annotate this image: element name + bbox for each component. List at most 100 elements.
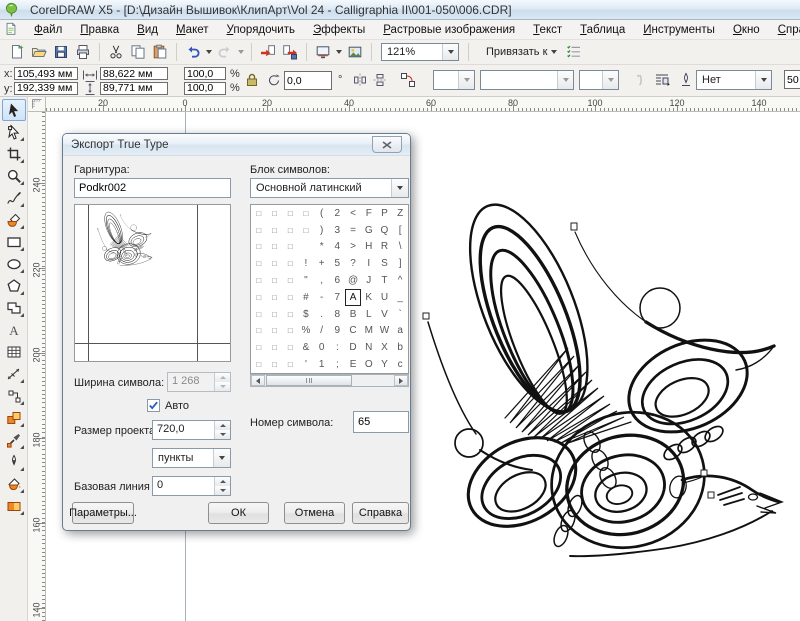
tool-rectangle-icon[interactable]	[2, 231, 26, 253]
char-cell[interactable]: U	[377, 289, 393, 306]
flyout-triangle-icon[interactable]	[20, 313, 24, 317]
tool-smart-fill-icon[interactable]	[2, 209, 26, 231]
tool-blend-icon[interactable]	[2, 407, 26, 429]
close-icon[interactable]	[372, 136, 402, 153]
char-cell[interactable]: 4	[329, 239, 345, 256]
flyout-triangle-icon[interactable]	[20, 137, 24, 141]
zoom-level-combo[interactable]: 121%	[381, 43, 459, 61]
menu-item-file[interactable]: Файл	[25, 21, 71, 39]
char-cell[interactable]: ]	[392, 255, 408, 272]
char-cell[interactable]: Z	[392, 205, 408, 222]
chevron-down-icon[interactable]	[391, 179, 408, 197]
char-cell[interactable]: □	[251, 306, 267, 323]
undo-dropdown-icon[interactable]	[204, 42, 214, 62]
char-cell[interactable]: 7	[329, 289, 345, 306]
mirror-vertical-icon[interactable]	[372, 72, 388, 88]
char-cell[interactable]: □	[282, 239, 298, 256]
y-position-input[interactable]	[14, 82, 78, 95]
flyout-triangle-icon[interactable]	[20, 401, 24, 405]
char-cell[interactable]: C	[345, 323, 361, 340]
tool-connector-icon[interactable]	[2, 385, 26, 407]
tool-zoom-icon[interactable]	[2, 165, 26, 187]
save-icon[interactable]	[51, 42, 71, 62]
char-cell[interactable]: □	[282, 306, 298, 323]
char-cell[interactable]: F	[361, 205, 377, 222]
char-cell[interactable]: E	[345, 356, 361, 373]
flyout-triangle-icon[interactable]	[20, 225, 24, 229]
font-name-input[interactable]	[74, 178, 231, 198]
tool-text-icon[interactable]: A	[2, 319, 26, 341]
char-cell[interactable]: Q	[377, 222, 393, 239]
char-cell[interactable]: _	[392, 289, 408, 306]
char-cell[interactable]: 2	[329, 205, 345, 222]
char-cell[interactable]: □	[251, 323, 267, 340]
tool-shape-icon[interactable]	[2, 121, 26, 143]
char-cell[interactable]: K	[361, 289, 377, 306]
char-cell[interactable]: □	[282, 255, 298, 272]
menu-item-help[interactable]: Справка	[769, 21, 800, 39]
char-cell[interactable]: H	[361, 239, 377, 256]
tool-pick-icon[interactable]	[2, 99, 26, 121]
char-cell[interactable]: :	[329, 339, 345, 356]
tool-freehand-icon[interactable]	[2, 187, 26, 209]
char-cell[interactable]: !	[298, 255, 314, 272]
char-cell[interactable]: W	[377, 323, 393, 340]
flyout-triangle-icon[interactable]	[20, 445, 24, 449]
tool-crop-icon[interactable]	[2, 143, 26, 165]
scroll-right-icon[interactable]	[394, 375, 408, 386]
char-cell[interactable]: =	[345, 222, 361, 239]
char-cell[interactable]: 9	[329, 323, 345, 340]
spin-down-icon[interactable]	[215, 486, 230, 495]
char-cell[interactable]: B	[345, 306, 361, 323]
char-cell[interactable]: 0	[314, 339, 330, 356]
char-cell[interactable]: D	[345, 339, 361, 356]
char-cell[interactable]: c	[392, 356, 408, 373]
menu-item-tools[interactable]: Инструменты	[634, 21, 724, 39]
menu-item-table[interactable]: Таблица	[571, 21, 634, 39]
preview-left-bearing-line[interactable]	[88, 205, 89, 361]
char-cell[interactable]: >	[345, 239, 361, 256]
snap-options-icon[interactable]	[564, 42, 584, 62]
baseline-spinner[interactable]: 0	[152, 476, 231, 496]
char-cell[interactable]: M	[361, 323, 377, 340]
flyout-triangle-icon[interactable]	[20, 181, 24, 185]
flyout-triangle-icon[interactable]	[20, 291, 24, 295]
ruler-origin[interactable]	[28, 97, 46, 112]
char-cell[interactable]: *	[314, 239, 330, 256]
char-cell[interactable]: □	[282, 222, 298, 239]
char-cell[interactable]: '	[298, 356, 314, 373]
flyout-triangle-icon[interactable]	[20, 511, 24, 515]
char-cell[interactable]: G	[361, 222, 377, 239]
char-cell[interactable]: a	[392, 323, 408, 340]
char-cell[interactable]: □	[267, 222, 283, 239]
menu-item-edit[interactable]: Правка	[71, 21, 128, 39]
char-cell[interactable]: □	[251, 239, 267, 256]
char-cell[interactable]	[298, 239, 314, 256]
object-width-input[interactable]	[100, 67, 168, 80]
char-cell[interactable]: )	[314, 222, 330, 239]
spin-up-icon[interactable]	[215, 477, 230, 486]
char-cell[interactable]: □	[251, 356, 267, 373]
char-cell[interactable]: □	[282, 205, 298, 222]
char-cell[interactable]: ^	[392, 272, 408, 289]
copy-icon[interactable]	[128, 42, 148, 62]
char-cell[interactable]: I	[361, 255, 377, 272]
char-cell[interactable]: .	[314, 306, 330, 323]
edit-nodes-icon[interactable]	[400, 72, 416, 88]
clipped-right-input[interactable]	[784, 70, 800, 89]
options-button[interactable]: Параметры...	[72, 502, 134, 524]
flyout-triangle-icon[interactable]	[20, 379, 24, 383]
flyout-triangle-icon[interactable]	[20, 423, 24, 427]
vertical-ruler[interactable]: 240220200180160140	[28, 112, 46, 621]
tool-fill-icon[interactable]	[2, 473, 26, 495]
char-cell[interactable]: (	[314, 205, 330, 222]
char-cell[interactable]: P	[377, 205, 393, 222]
char-cell[interactable]: □	[267, 239, 283, 256]
tool-dimension-icon[interactable]	[2, 363, 26, 385]
menu-item-text[interactable]: Текст	[524, 21, 571, 39]
char-cell[interactable]: <	[345, 205, 361, 222]
menu-item-window[interactable]: Окно	[724, 21, 769, 39]
char-cell[interactable]: b	[392, 339, 408, 356]
char-cell[interactable]: "	[298, 272, 314, 289]
char-cell[interactable]: T	[377, 272, 393, 289]
